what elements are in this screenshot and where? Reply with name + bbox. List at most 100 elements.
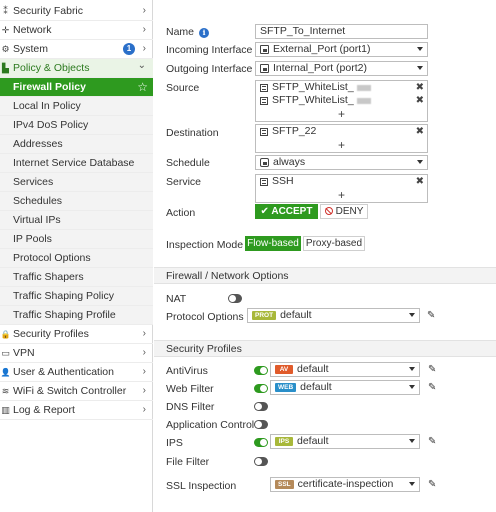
toggle-knob: [260, 385, 267, 392]
source-entry-label: SFTP_WhiteList_: [272, 94, 354, 106]
deny-button[interactable]: DENY: [320, 204, 368, 219]
service-label: Service: [166, 176, 202, 188]
destination-entry-label: SFTP_22: [272, 125, 317, 137]
dropdown-caret-icon: [417, 160, 423, 164]
destination-field[interactable]: SFTP_22 ✖ +: [255, 124, 428, 153]
address-icon: [260, 83, 268, 92]
antivirus-select[interactable]: AV default: [270, 362, 420, 377]
sidebar-item-system[interactable]: ⚙ System 1 ›: [0, 40, 153, 59]
schedule-icon: [260, 158, 269, 167]
file-filter-toggle[interactable]: [254, 457, 268, 466]
dns-filter-toggle[interactable]: [254, 402, 268, 411]
incoming-interface-value: External_Port (port1): [273, 43, 371, 55]
edit-icon[interactable]: ✎: [428, 437, 438, 447]
add-service-icon[interactable]: +: [256, 188, 427, 202]
sidebar-item-label: Services: [13, 176, 54, 188]
sidebar-item-label: Traffic Shaping Policy: [13, 290, 114, 302]
web-filter-select[interactable]: WEB default: [270, 380, 420, 395]
sidebar-item-internet-service-database[interactable]: Internet Service Database: [0, 154, 153, 173]
security-profiles-header: Security Profiles: [154, 340, 496, 357]
application-control-toggle[interactable]: [254, 420, 268, 429]
source-entry: SFTP_WhiteList_ ✖: [256, 94, 427, 107]
dropdown-caret-icon: [417, 66, 423, 70]
sidebar-item-policy-objects[interactable]: ▙ Policy & Objects ⌄: [0, 59, 153, 78]
accept-button[interactable]: ✔ ACCEPT: [255, 204, 318, 219]
ssl-inspection-select[interactable]: SSL certificate-inspection: [270, 477, 420, 492]
sidebar-item-addresses[interactable]: Addresses: [0, 135, 153, 154]
proxy-based-button[interactable]: Proxy-based: [303, 236, 365, 251]
application-control-label: Application Control: [166, 419, 255, 431]
remove-icon[interactable]: ✖: [416, 125, 424, 138]
sidebar-item-schedules[interactable]: Schedules: [0, 192, 153, 211]
dropdown-caret-icon: [409, 367, 415, 371]
info-icon[interactable]: i: [199, 28, 210, 38]
sidebar-item-services[interactable]: Services: [0, 173, 153, 192]
sidebar-item-label: Network: [13, 24, 52, 36]
sidebar-item-virtual-ips[interactable]: Virtual IPs: [0, 211, 153, 230]
chart-icon: ▥: [1, 404, 10, 415]
name-label-text: Name: [166, 26, 195, 38]
sidebar-item-wifi-switch-controller[interactable]: ≋ WiFi & Switch Controller ›: [0, 382, 153, 401]
sidebar-item-vpn[interactable]: ▭ VPN ›: [0, 344, 153, 363]
chevron-down-icon: ⌄: [137, 60, 146, 71]
edit-icon[interactable]: ✎: [427, 311, 437, 321]
schedule-value: always: [273, 156, 306, 168]
sidebar-item-network[interactable]: ✛ Network ›: [0, 21, 153, 40]
chevron-right-icon: ›: [142, 24, 146, 35]
service-entry-label: SSH: [272, 175, 294, 187]
toggle-knob: [255, 458, 262, 465]
antivirus-toggle[interactable]: [254, 366, 268, 375]
sidebar-item-firewall-policy[interactable]: Firewall Policy ☆: [0, 78, 153, 97]
sidebar-item-protocol-options[interactable]: Protocol Options: [0, 249, 153, 268]
sidebar-item-log-report[interactable]: ▥ Log & Report ›: [0, 401, 153, 420]
add-source-icon[interactable]: +: [256, 107, 427, 121]
name-label: Name i: [166, 26, 210, 38]
sidebar-item-label: Internet Service Database: [13, 157, 135, 169]
outgoing-interface-select[interactable]: Internal_Port (port2): [255, 61, 428, 76]
nat-toggle[interactable]: [228, 294, 242, 303]
add-destination-icon[interactable]: +: [256, 138, 427, 152]
chevron-right-icon: ›: [142, 43, 146, 54]
sidebar-item-local-in-policy[interactable]: Local In Policy: [0, 97, 153, 116]
remove-icon[interactable]: ✖: [416, 175, 424, 188]
toggle-knob: [255, 403, 262, 410]
inspection-mode-label: Inspection Mode: [166, 239, 244, 251]
edit-icon[interactable]: ✎: [428, 480, 438, 490]
sidebar-item-traffic-shaping-profile[interactable]: Traffic Shaping Profile: [0, 306, 153, 325]
source-field[interactable]: SFTP_WhiteList_ ✖ SFTP_WhiteList_ ✖ +: [255, 80, 428, 122]
service-entry: SSH ✖: [256, 175, 427, 188]
sidebar-item-security-profiles[interactable]: 🔒 Security Profiles ›: [0, 325, 153, 344]
sidebar-item-label: Log & Report: [13, 404, 75, 416]
sidebar-item-ipv4-dos-policy[interactable]: IPv4 DoS Policy: [0, 116, 153, 135]
flow-based-button[interactable]: Flow-based: [245, 236, 301, 251]
name-input[interactable]: SFTP_To_Internet: [255, 24, 428, 39]
protocol-options-select[interactable]: PROT default: [247, 308, 420, 323]
edit-icon[interactable]: ✎: [428, 365, 438, 375]
service-field[interactable]: SSH ✖ +: [255, 174, 428, 203]
web-tag: WEB: [275, 383, 297, 392]
protocol-options-label: Protocol Options: [166, 311, 244, 323]
schedule-select[interactable]: always: [255, 155, 428, 170]
ips-select[interactable]: IPS default: [270, 434, 420, 449]
sidebar-item-user-authentication[interactable]: 👤 User & Authentication ›: [0, 363, 153, 382]
incoming-interface-label: Incoming Interface: [166, 44, 253, 56]
ips-toggle[interactable]: [254, 438, 268, 447]
sidebar-item-traffic-shapers[interactable]: Traffic Shapers: [0, 268, 153, 287]
incoming-interface-select[interactable]: External_Port (port1): [255, 42, 428, 57]
edit-icon[interactable]: ✎: [428, 383, 438, 393]
web-filter-toggle[interactable]: [254, 384, 268, 393]
redacted-text: [356, 84, 371, 91]
ssl-inspection-label: SSL Inspection: [166, 480, 237, 492]
sidebar-item-security-fabric[interactable]: ⁑ Security Fabric ›: [0, 2, 153, 21]
security-fabric-icon: ⁑: [3, 5, 8, 16]
deny-label: DENY: [335, 206, 364, 217]
remove-icon[interactable]: ✖: [416, 81, 424, 94]
chevron-right-icon: ›: [142, 385, 146, 396]
sidebar-item-traffic-shaping-policy[interactable]: Traffic Shaping Policy: [0, 287, 153, 306]
sidebar-item-ip-pools[interactable]: IP Pools: [0, 230, 153, 249]
star-icon[interactable]: ☆: [137, 80, 148, 94]
ips-value: default: [297, 435, 329, 447]
remove-icon[interactable]: ✖: [416, 94, 424, 107]
file-filter-label: File Filter: [166, 456, 210, 468]
service-icon: [260, 177, 268, 186]
